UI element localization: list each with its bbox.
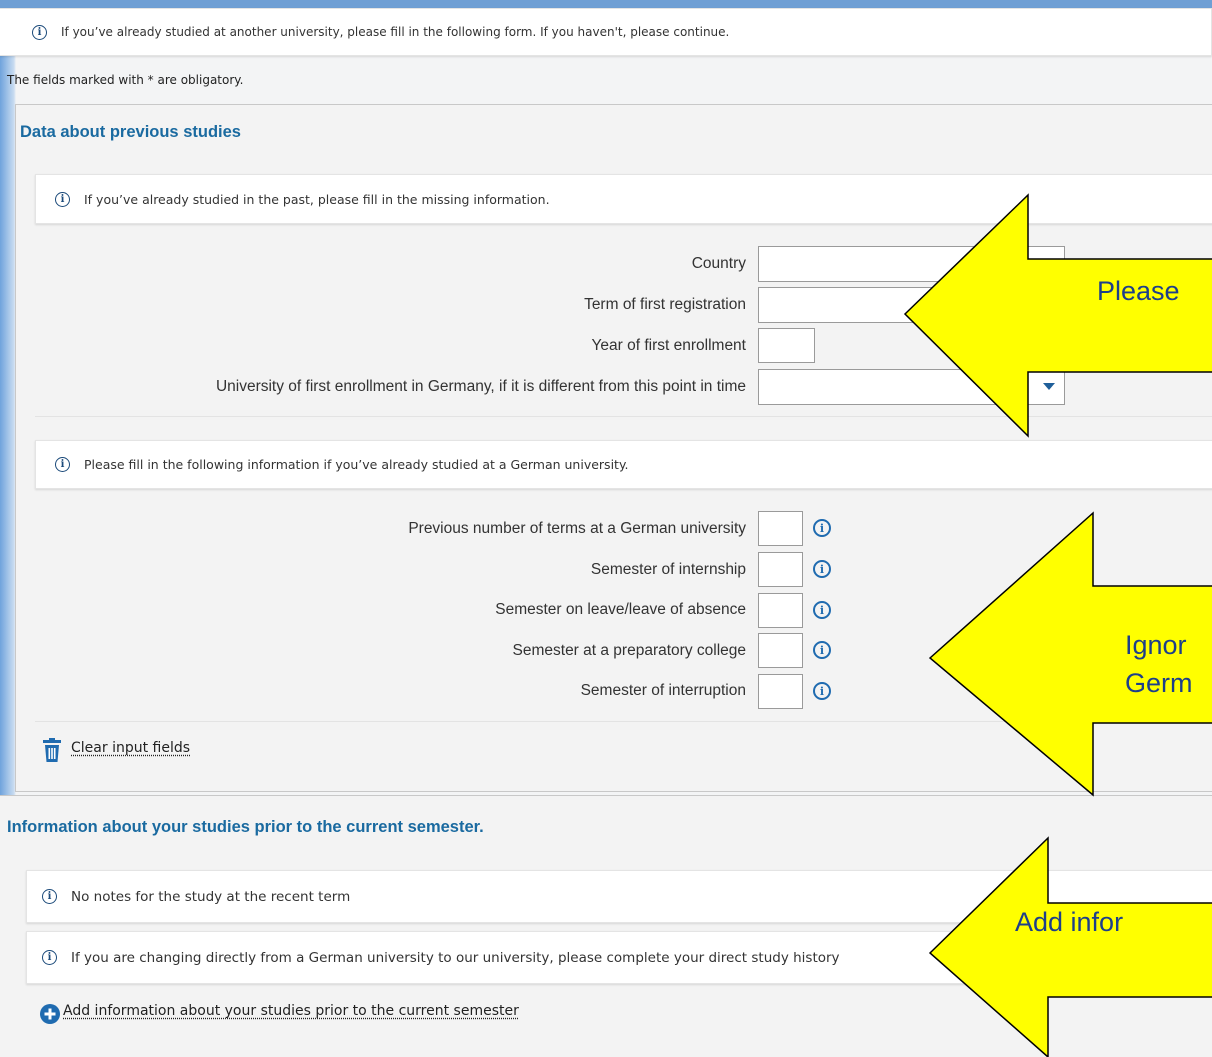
prior-studies-title: Information about your studies prior to … xyxy=(7,818,484,836)
university-first-enrollment-label: University of first enrollment in German… xyxy=(215,378,746,395)
previous-terms-label: Previous number of terms at a German uni… xyxy=(408,520,746,537)
info-help-icon[interactable]: i xyxy=(813,641,831,659)
internship-semester-label: Semester of internship xyxy=(590,561,746,578)
top-accent-bar xyxy=(0,0,1212,8)
clear-input-fields-link[interactable]: Clear input fields xyxy=(71,740,190,756)
leave-semester-label: Semester on leave/leave of absence xyxy=(495,601,746,618)
info-icon: i xyxy=(42,950,57,965)
add-prior-studies-link[interactable]: Add information about your studies prior… xyxy=(63,1003,519,1019)
callout-arrow-2 xyxy=(928,511,1212,797)
callout-1-text: Please xyxy=(1097,276,1180,306)
previous-studies-title: Data about previous studies xyxy=(20,123,241,141)
callout-3-text: Add infor xyxy=(1015,907,1124,937)
info-help-icon[interactable]: i xyxy=(813,560,831,578)
year-first-enrollment-input[interactable] xyxy=(758,328,815,363)
info-icon: i xyxy=(55,191,70,207)
info-help-icon[interactable]: i xyxy=(813,519,831,537)
callout-arrow-3 xyxy=(928,836,1212,1057)
callout-2-text-line2: Germ xyxy=(1125,668,1193,698)
info-icon: i xyxy=(55,457,70,472)
callout-arrow-1 xyxy=(903,193,1212,438)
internship-semester-input[interactable] xyxy=(758,552,803,587)
previous-studies-info-text: If you’ve already studied in the past, p… xyxy=(84,191,550,207)
german-university-info-text: Please fill in the following information… xyxy=(84,457,629,472)
year-first-enrollment-label: Year of first enrollment xyxy=(591,337,746,354)
preparatory-college-label: Semester at a preparatory college xyxy=(512,642,746,659)
obligatory-note: The fields marked with * are obligatory. xyxy=(7,73,244,87)
recent-term-info-text: No notes for the study at the recent ter… xyxy=(71,888,351,905)
callout-2-text-line1: Ignor xyxy=(1125,630,1187,660)
info-icon: i xyxy=(32,24,47,40)
info-icon: i xyxy=(42,889,57,904)
add-circle-icon[interactable] xyxy=(40,1004,60,1024)
direct-change-info-text: If you are changing directly from a Germ… xyxy=(71,949,840,966)
previous-terms-input[interactable] xyxy=(758,511,803,546)
info-help-icon[interactable]: i xyxy=(813,682,831,700)
trash-icon[interactable] xyxy=(41,738,63,762)
term-first-registration-label: Term of first registration xyxy=(584,296,746,313)
country-label: Country xyxy=(691,255,746,272)
preparatory-college-input[interactable] xyxy=(758,633,803,668)
leave-semester-input[interactable] xyxy=(758,593,803,628)
screenshot-frame: i If you’ve already studied at another u… xyxy=(0,0,1212,1057)
info-help-icon[interactable]: i xyxy=(813,601,831,619)
top-info-text: If you’ve already studied at another uni… xyxy=(61,25,730,39)
german-university-info-box: i Please fill in the following informati… xyxy=(35,440,1212,489)
interruption-semester-input[interactable] xyxy=(758,674,803,709)
interruption-semester-label: Semester of interruption xyxy=(580,682,746,699)
top-info-box: i If you’ve already studied at another u… xyxy=(0,8,1212,56)
